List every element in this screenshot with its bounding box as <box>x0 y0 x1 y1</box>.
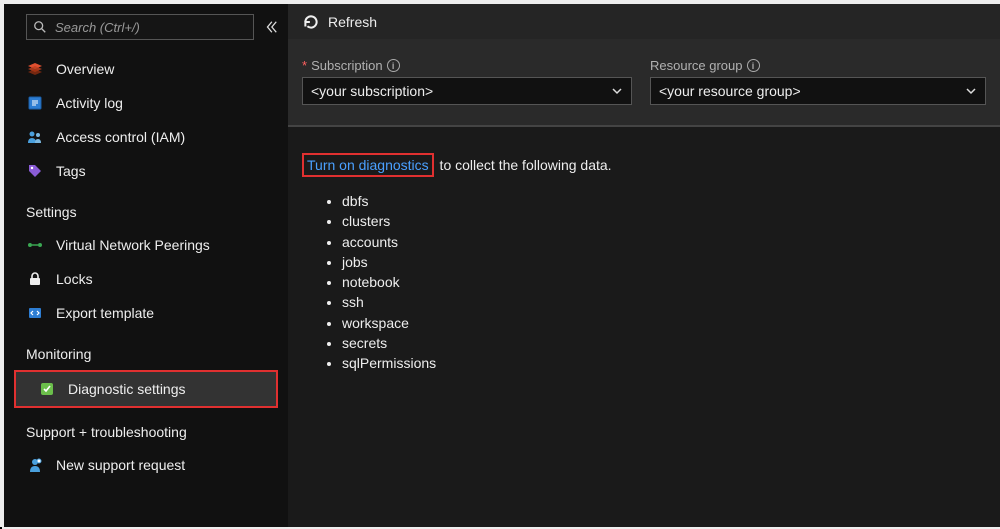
sidebar-label: Export template <box>56 305 154 321</box>
sidebar-label: Activity log <box>56 95 123 111</box>
sidebar-label: New support request <box>56 457 185 473</box>
content-area: Turn on diagnostics to collect the follo… <box>288 127 1000 527</box>
chevron-down-icon <box>611 85 623 97</box>
diagnostics-list-item: sqlPermissions <box>342 353 986 373</box>
overview-icon <box>26 60 44 78</box>
section-support: Support + troubleshooting <box>4 408 288 448</box>
toolbar: Refresh <box>288 4 1000 40</box>
diagnostics-message-suffix: to collect the following data. <box>436 157 612 173</box>
refresh-icon[interactable] <box>302 13 320 31</box>
subscription-value: <your subscription> <box>311 83 433 99</box>
sidebar-item-tags[interactable]: Tags <box>4 154 288 188</box>
collapse-sidebar-button[interactable] <box>262 18 280 36</box>
sidebar-item-vnet-peerings[interactable]: Virtual Network Peerings <box>4 228 288 262</box>
sidebar-item-activity-log[interactable]: Activity log <box>4 86 288 120</box>
search-input[interactable] <box>53 19 247 36</box>
diagnostics-list-item: jobs <box>342 252 986 272</box>
sidebar-item-access-control[interactable]: Access control (IAM) <box>4 120 288 154</box>
diagnostic-icon <box>38 380 56 398</box>
diagnostics-list: dbfsclustersaccountsjobsnotebooksshworks… <box>342 191 986 374</box>
diagnostics-list-item: secrets <box>342 333 986 353</box>
search-icon <box>33 20 47 34</box>
diagnostics-list-item: clusters <box>342 211 986 231</box>
sidebar: Overview Activity log Access control (IA… <box>4 4 288 527</box>
export-template-icon <box>26 304 44 322</box>
diagnostics-list-item: dbfs <box>342 191 986 211</box>
filter-row: * Subscription i <your subscription> Res… <box>288 40 1000 127</box>
diagnostics-message: Turn on diagnostics to collect the follo… <box>302 157 986 173</box>
required-asterisk: * <box>302 58 307 73</box>
section-settings: Settings <box>4 188 288 228</box>
sidebar-label: Diagnostic settings <box>68 381 186 397</box>
main-panel: Refresh * Subscription i <your subscript… <box>288 4 1000 527</box>
sidebar-label: Tags <box>56 163 86 179</box>
resource-group-value: <your resource group> <box>659 83 801 99</box>
sidebar-label: Access control (IAM) <box>56 129 185 145</box>
field-subscription: * Subscription i <your subscription> <box>302 58 632 105</box>
sidebar-label: Locks <box>56 271 93 287</box>
access-control-icon <box>26 128 44 146</box>
sidebar-item-new-support-request[interactable]: New support request <box>4 448 288 482</box>
sidebar-item-overview[interactable]: Overview <box>4 52 288 86</box>
subscription-label: Subscription <box>311 58 383 73</box>
activity-log-icon <box>26 94 44 112</box>
diagnostics-list-item: ssh <box>342 292 986 312</box>
sidebar-item-locks[interactable]: Locks <box>4 262 288 296</box>
resource-group-label: Resource group <box>650 58 743 73</box>
tag-icon <box>26 162 44 180</box>
network-icon <box>26 236 44 254</box>
info-icon[interactable]: i <box>387 59 400 72</box>
diagnostics-list-item: accounts <box>342 232 986 252</box>
info-icon[interactable]: i <box>747 59 760 72</box>
chevron-down-icon <box>965 85 977 97</box>
resource-group-select[interactable]: <your resource group> <box>650 77 986 105</box>
section-monitoring: Monitoring <box>4 330 288 370</box>
diagnostics-list-item: notebook <box>342 272 986 292</box>
sidebar-item-export-template[interactable]: Export template <box>4 296 288 330</box>
sidebar-label: Virtual Network Peerings <box>56 237 210 253</box>
support-icon <box>26 456 44 474</box>
turn-on-diagnostics-link[interactable]: Turn on diagnostics <box>302 153 434 177</box>
subscription-select[interactable]: <your subscription> <box>302 77 632 105</box>
field-resource-group: Resource group i <your resource group> <box>650 58 986 105</box>
sidebar-label: Overview <box>56 61 114 77</box>
diagnostics-list-item: workspace <box>342 313 986 333</box>
lock-icon <box>26 270 44 288</box>
sidebar-item-diagnostic-settings[interactable]: Diagnostic settings <box>16 372 276 406</box>
search-box[interactable] <box>26 14 254 40</box>
refresh-button[interactable]: Refresh <box>328 14 377 30</box>
